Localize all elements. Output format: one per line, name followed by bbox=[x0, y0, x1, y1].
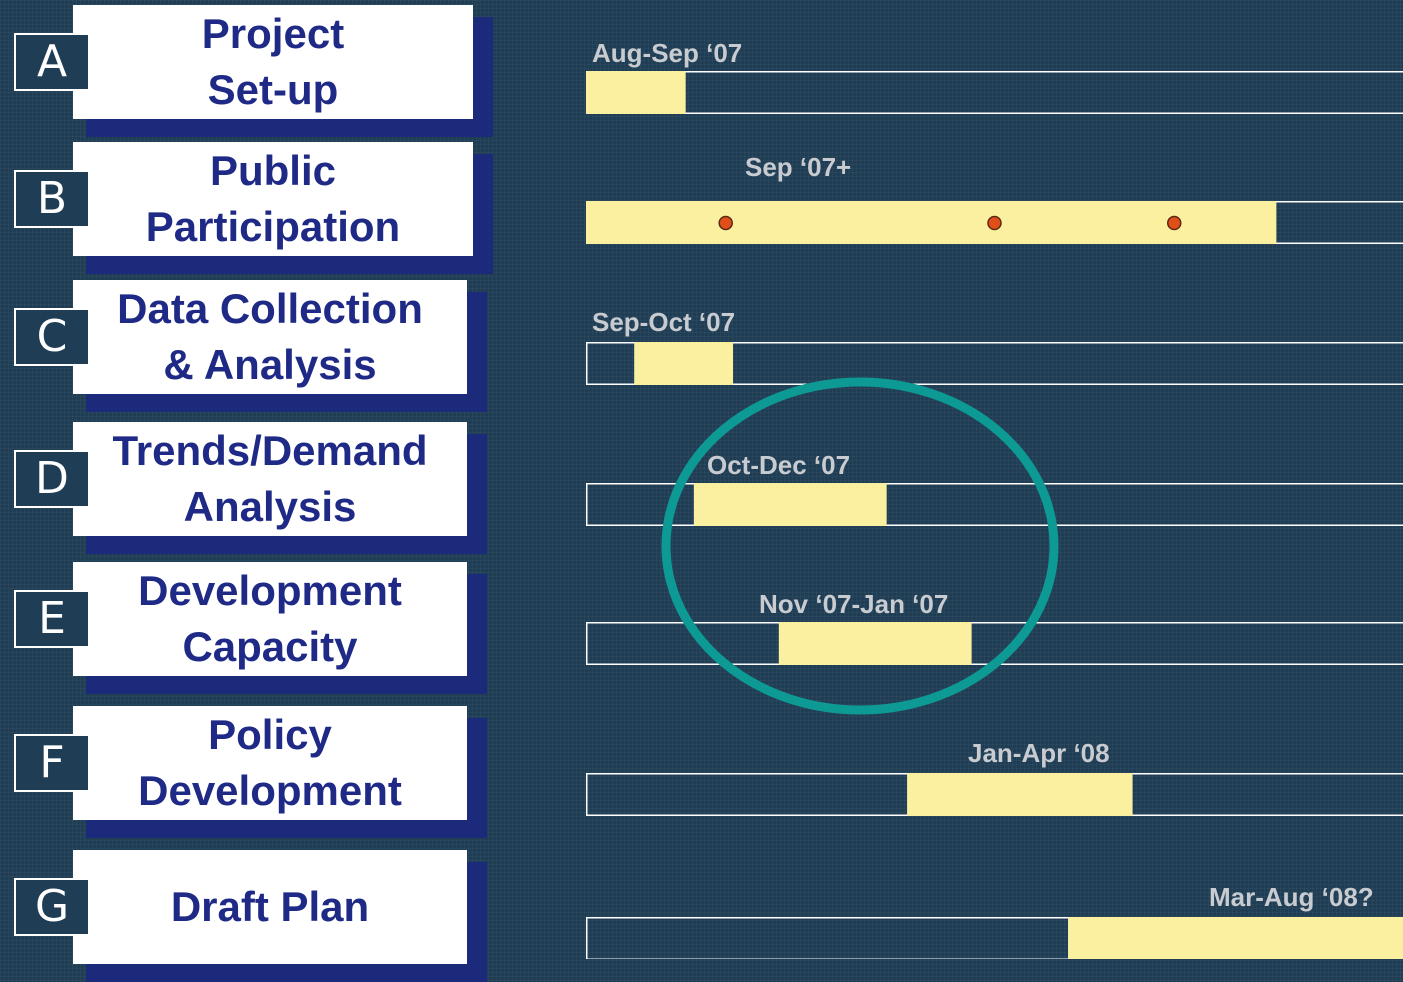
phase-label: Trends/Demand Analysis bbox=[112, 427, 428, 530]
period-label: Sep-Oct ‘07 bbox=[592, 307, 735, 337]
phase-label-box: Project Set-up bbox=[73, 5, 473, 119]
timeline-track bbox=[586, 71, 1403, 114]
milestone-marker bbox=[718, 215, 733, 231]
period-label: Mar-Aug ‘08? bbox=[1209, 882, 1374, 912]
timeline-bar bbox=[778, 622, 972, 665]
timeline-bar bbox=[634, 342, 734, 385]
phase-label: Policy Development bbox=[138, 711, 402, 814]
phase-label: Data Collection & Analysis bbox=[117, 285, 423, 388]
timeline-bar bbox=[586, 71, 686, 114]
phase-label-box: Policy Development bbox=[73, 706, 467, 820]
phase-label: Development Capacity bbox=[138, 567, 402, 670]
phase-letter: G bbox=[14, 878, 90, 936]
timeline-bar bbox=[907, 773, 1133, 816]
phase-letter: B bbox=[14, 170, 90, 228]
phase-letter: D bbox=[14, 450, 90, 508]
phase-letter: A bbox=[14, 33, 90, 91]
phase-letter: C bbox=[14, 308, 90, 366]
period-label: Nov ‘07-Jan ‘07 bbox=[759, 589, 948, 619]
timeline-bar bbox=[693, 483, 887, 526]
phase-label: Public Participation bbox=[145, 147, 401, 250]
phase-label-box: Draft Plan bbox=[73, 850, 467, 964]
phase-label-box: Trends/Demand Analysis bbox=[73, 422, 467, 536]
phase-letter: E bbox=[14, 590, 90, 648]
phase-letter: F bbox=[14, 734, 90, 792]
phase-label: Project Set-up bbox=[201, 10, 345, 113]
phase-label-box: Public Participation bbox=[73, 142, 473, 256]
timeline-bar bbox=[1068, 917, 1403, 959]
period-label: Oct-Dec ‘07 bbox=[707, 450, 850, 480]
phase-label-box: Data Collection & Analysis bbox=[73, 280, 467, 394]
period-label: Jan-Apr ‘08 bbox=[968, 738, 1110, 768]
phase-label: Draft Plan bbox=[170, 883, 370, 930]
milestone-marker bbox=[987, 215, 1002, 231]
period-label: Sep ‘07+ bbox=[745, 152, 851, 182]
milestone-marker bbox=[1166, 215, 1182, 231]
phase-label-box: Development Capacity bbox=[73, 562, 467, 676]
period-label: Aug-Sep ‘07 bbox=[592, 38, 742, 68]
